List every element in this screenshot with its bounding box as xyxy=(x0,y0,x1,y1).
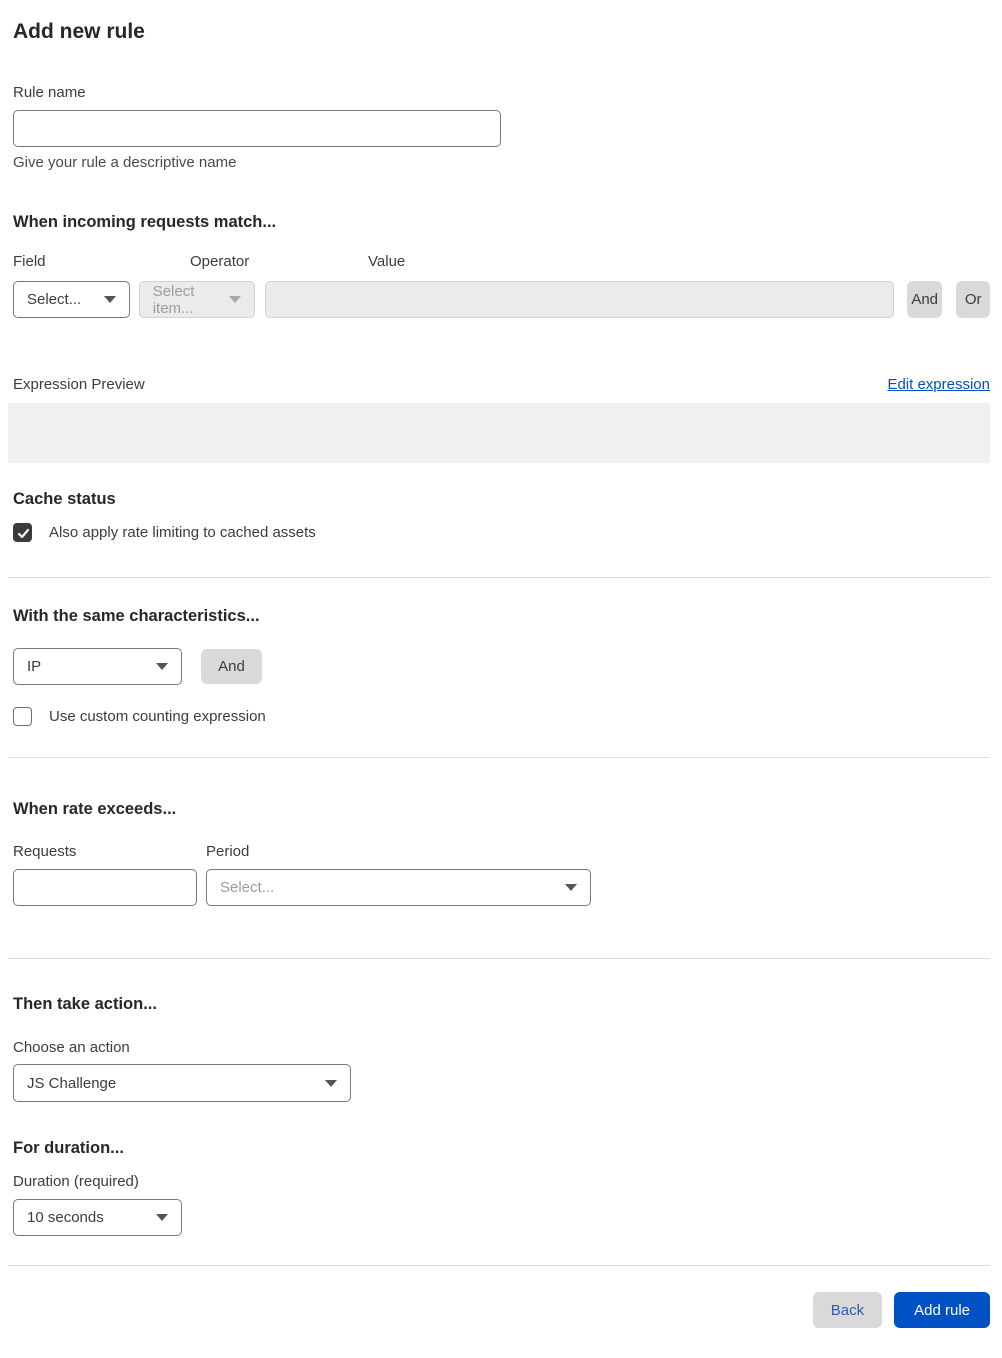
characteristic-select-value: IP xyxy=(27,658,42,675)
custom-counting-checkbox[interactable] xyxy=(13,707,32,726)
cached-assets-checkbox[interactable] xyxy=(13,523,32,542)
period-label: Period xyxy=(206,843,250,860)
characteristic-select[interactable]: IP xyxy=(13,648,182,685)
value-label: Value xyxy=(368,253,406,270)
chevron-down-icon xyxy=(103,296,116,303)
chevron-down-icon xyxy=(229,296,242,303)
add-rule-form: Add new rule Rule name Give your rule a … xyxy=(0,18,1002,1328)
back-button[interactable]: Back xyxy=(812,1292,883,1328)
duration-label: Duration (required) xyxy=(13,1173,139,1190)
edit-expression-link[interactable]: Edit expression xyxy=(887,376,990,394)
requests-label: Requests xyxy=(13,843,77,860)
action-select[interactable]: JS Challenge xyxy=(13,1064,351,1102)
period-select-value: Select... xyxy=(220,879,275,896)
operator-label: Operator xyxy=(190,253,250,270)
page-title: Add new rule xyxy=(13,20,145,43)
action-heading: Then take action... xyxy=(13,995,157,1013)
and-button[interactable]: And xyxy=(906,281,943,318)
field-select[interactable]: Select... xyxy=(13,281,130,318)
divider xyxy=(8,577,990,578)
cache-status-heading: Cache status xyxy=(13,490,116,508)
divider xyxy=(8,1265,990,1266)
action-select-value: JS Challenge xyxy=(27,1074,117,1092)
action-label: Choose an action xyxy=(13,1039,130,1056)
period-select[interactable]: Select... xyxy=(206,869,591,906)
chevron-down-icon xyxy=(156,663,168,670)
duration-select[interactable]: 10 seconds xyxy=(13,1199,182,1236)
value-input xyxy=(265,281,894,318)
characteristics-heading: With the same characteristics... xyxy=(13,607,260,625)
match-section-heading: When incoming requests match... xyxy=(13,213,277,231)
rule-name-input[interactable] xyxy=(13,110,501,147)
custom-counting-checkbox-label[interactable]: Use custom counting expression xyxy=(49,707,266,726)
rule-name-helper: Give your rule a descriptive name xyxy=(13,154,237,171)
divider xyxy=(8,757,990,758)
or-button[interactable]: Or xyxy=(956,281,990,318)
chevron-down-icon xyxy=(325,1079,337,1087)
operator-select: Select item... xyxy=(138,281,256,318)
add-rule-button[interactable]: Add rule xyxy=(894,1292,990,1328)
rule-name-label: Rule name xyxy=(13,84,86,101)
operator-select-value: Select item... xyxy=(152,282,195,317)
expression-preview-box xyxy=(8,403,990,463)
rate-heading: When rate exceeds... xyxy=(13,800,177,818)
field-select-value: Select... xyxy=(27,291,82,308)
requests-input[interactable] xyxy=(13,869,197,906)
field-label: Field xyxy=(13,253,46,270)
cached-assets-checkbox-label[interactable]: Also apply rate limiting to cached asset… xyxy=(49,523,316,542)
duration-heading: For duration... xyxy=(13,1139,124,1157)
expression-preview-label: Expression Preview xyxy=(13,376,145,393)
checkmark-icon xyxy=(17,528,30,539)
chevron-down-icon xyxy=(156,1214,168,1221)
divider xyxy=(8,958,990,959)
chevron-down-icon xyxy=(565,884,577,891)
duration-select-value: 10 seconds xyxy=(27,1209,104,1226)
characteristic-and-button[interactable]: And xyxy=(201,649,262,684)
